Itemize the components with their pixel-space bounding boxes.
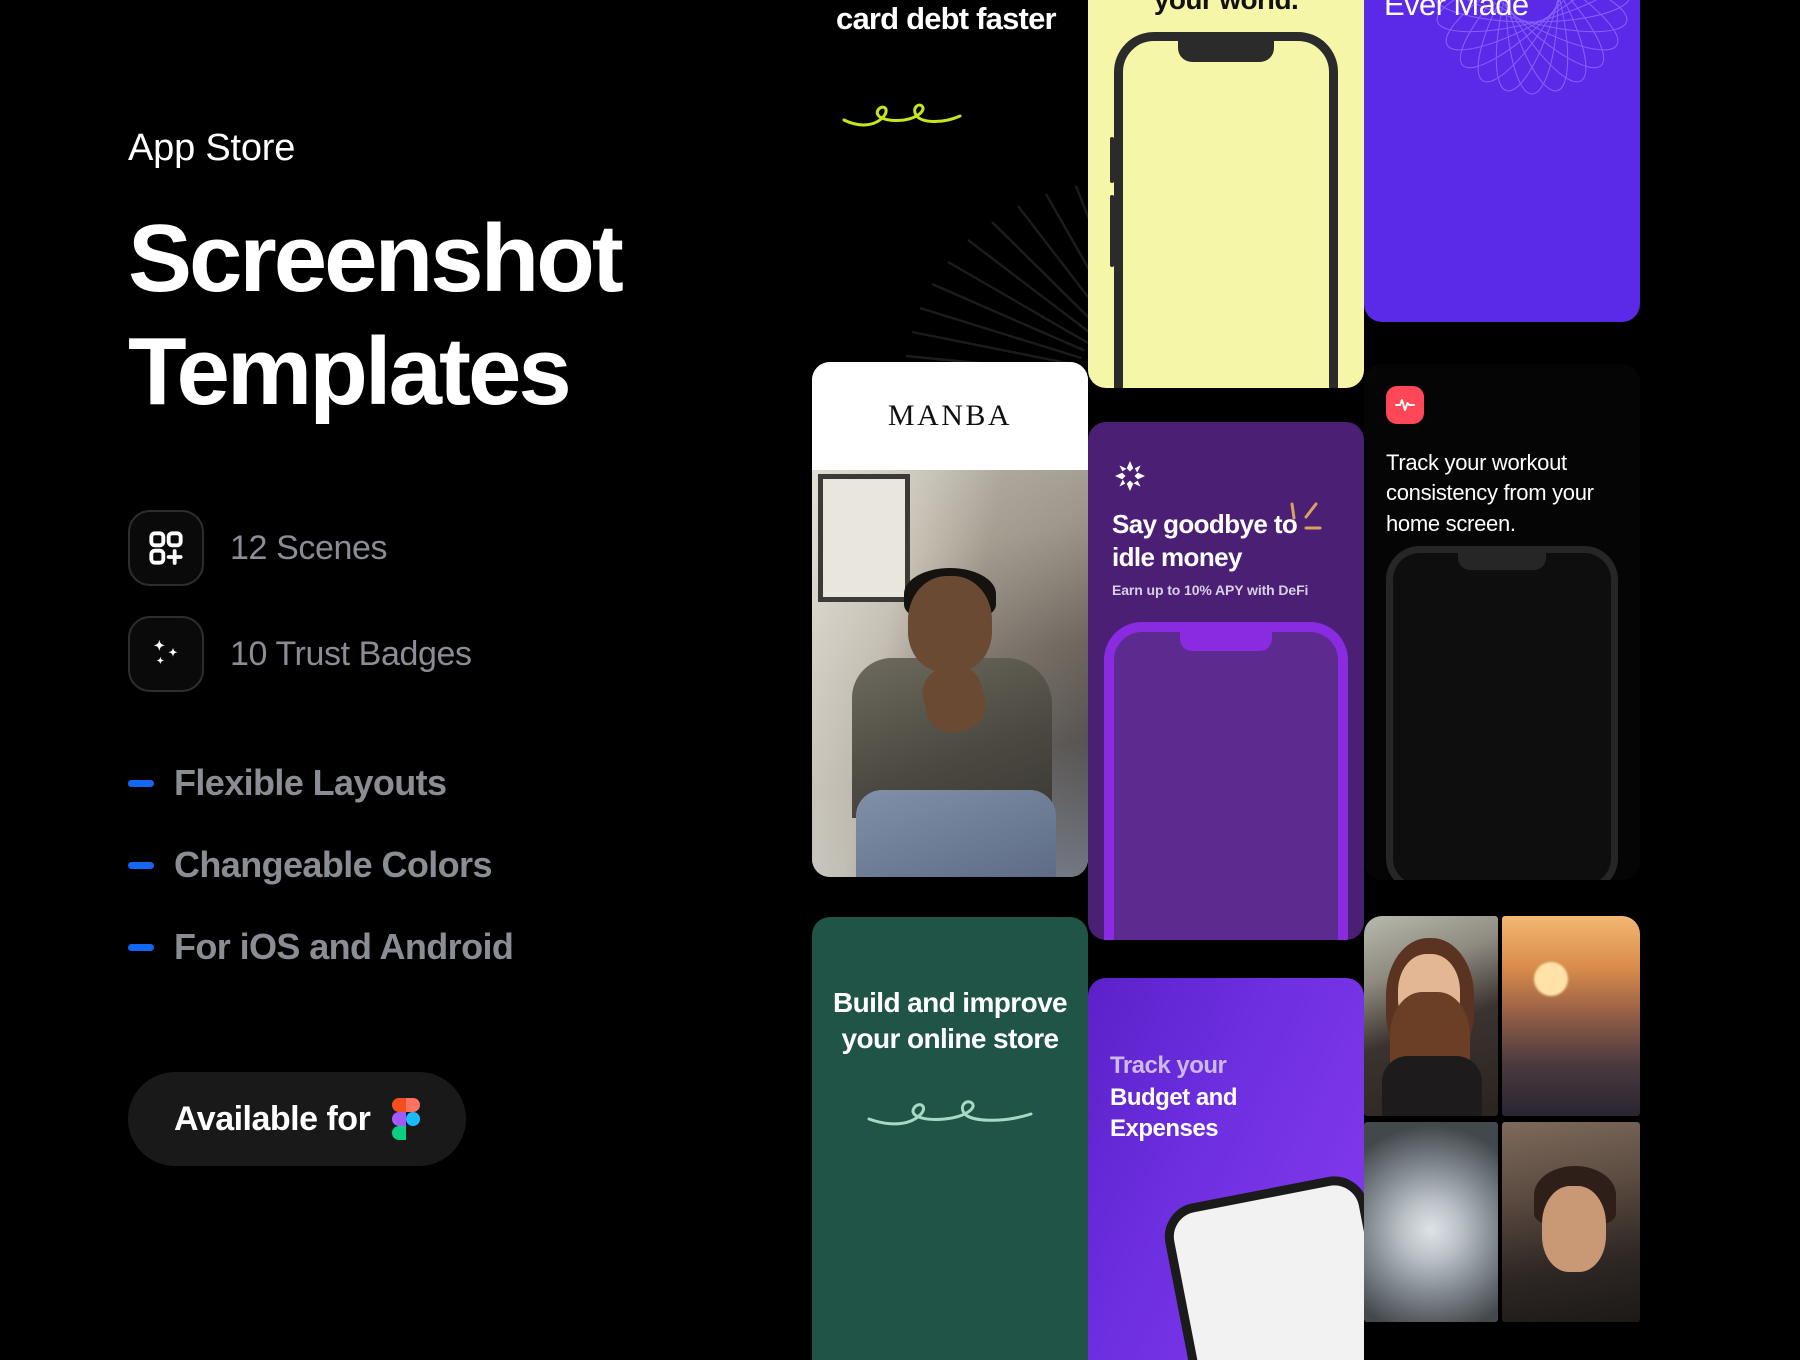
photo-tile	[1502, 1122, 1640, 1322]
eyebrow-text: App Store	[128, 127, 296, 169]
template-card-yellow-phone[interactable]: your world.	[1088, 0, 1364, 388]
stat-badge-trust-label: 10 Trust Badges	[230, 634, 472, 673]
stat-badge-scenes-label: 12 Scenes	[230, 528, 388, 567]
available-for-label: Available for	[174, 1099, 371, 1138]
heartbeat-app-icon	[1386, 386, 1424, 424]
template-card-debt[interactable]: card debt faster	[812, 0, 1088, 375]
sparkles-icon	[128, 616, 204, 693]
template-card-defi-subtext: Earn up to 10% APY with DeFi	[1112, 582, 1309, 598]
phone-mockup	[1158, 1170, 1364, 1360]
feature-item-layouts: Flexible Layouts	[128, 762, 800, 804]
feature-item-colors: Changeable Colors	[128, 844, 800, 886]
grid-plus-icon	[128, 510, 204, 587]
squiggle-underline-icon	[867, 1100, 1033, 1126]
available-for-figma-button[interactable]: Available for	[128, 1072, 467, 1167]
manba-logo-bar: MANBA	[812, 362, 1088, 470]
manba-wordmark: MANBA	[887, 399, 1013, 432]
template-card-store[interactable]: Build and improve your online store	[812, 917, 1088, 1360]
burst-icon	[1115, 461, 1145, 491]
intro-panel: App Store Screenshot Templates 12 Scenes	[0, 0, 800, 1360]
template-card-budget[interactable]: Track your Budget and Expenses	[1088, 978, 1364, 1360]
template-card-spiral-text: Ever Made	[1384, 0, 1529, 22]
template-card-photo-grid[interactable]	[1364, 916, 1640, 1360]
template-card-store-text: Build and improve your online store	[832, 987, 1068, 1055]
feature-label: For iOS and Android	[174, 926, 514, 968]
photo-tile	[1364, 916, 1498, 1116]
page-title-line-1: Screenshot	[128, 204, 624, 312]
squiggle-underline-icon	[842, 103, 962, 127]
dash-bullet-icon	[128, 779, 154, 787]
template-card-workout-text: Track your workout consistency from your…	[1386, 450, 1594, 536]
feature-item-platforms: For iOS and Android	[128, 926, 800, 968]
phone-notch	[1458, 552, 1546, 570]
template-card-budget-text: Track your Budget and Expenses	[1110, 1050, 1346, 1145]
screenshot-root: App Store Screenshot Templates 12 Scenes	[0, 0, 1800, 1360]
phone-mockup	[1386, 546, 1618, 880]
feature-label: Flexible Layouts	[174, 762, 447, 804]
dash-bullet-icon	[128, 943, 154, 951]
template-card-yellow-text: your world.	[1106, 0, 1346, 16]
template-card-manba[interactable]: MANBA	[812, 362, 1088, 877]
phone-mockup	[1104, 622, 1348, 940]
template-card-defi[interactable]: Say goodbye to idle money Earn up to 10%…	[1088, 422, 1364, 940]
budget-text-line-1: Track your	[1110, 1052, 1227, 1079]
budget-text-line-2: Budget and Expenses	[1110, 1083, 1238, 1143]
photo-tile	[1364, 1122, 1498, 1322]
phone-notch	[1180, 631, 1272, 651]
template-card-spiral[interactable]: Ever Made	[1364, 0, 1640, 322]
template-card-workout[interactable]: Track your workout consistency from your…	[1364, 364, 1640, 880]
template-card-defi-headline: Say goodbye to idle money	[1112, 509, 1298, 573]
phone-notch	[1178, 40, 1274, 62]
page-title-line-2: Templates	[128, 318, 572, 426]
page-title: Screenshot Templates	[128, 202, 800, 429]
manba-photo	[812, 470, 1088, 877]
template-card-debt-text: card debt faster	[836, 1, 1057, 36]
feature-label: Changeable Colors	[174, 844, 492, 886]
stat-badges: 12 Scenes 10 Trust Badges	[128, 510, 800, 693]
photo-tile	[1502, 916, 1640, 1116]
dash-bullet-icon	[128, 861, 154, 869]
phone-mockup	[1110, 32, 1338, 388]
stat-badge-trust: 10 Trust Badges	[128, 616, 800, 693]
figma-logo-icon	[392, 1098, 421, 1141]
feature-list: Flexible Layouts Changeable Colors For i…	[128, 762, 800, 968]
template-gallery: card debt faster MANBA Build and improve	[812, 0, 1800, 1360]
stat-badge-scenes: 12 Scenes	[128, 510, 800, 587]
